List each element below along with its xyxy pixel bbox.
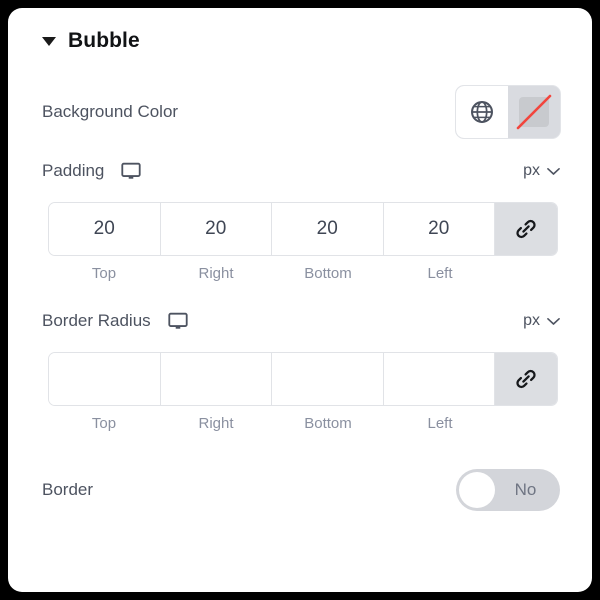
background-color-label: Background Color [42,102,179,121]
padding-unit-value: px [523,162,540,179]
padding-label: Padding [42,161,105,180]
border-radius-label-top: Top [91,415,117,432]
border-radius-input-group [48,352,558,406]
padding-label-left: Left [427,265,453,282]
bubble-settings-panel: Bubble Background Color Padding px 20 20… [8,8,592,592]
color-swatch-button[interactable] [508,86,560,138]
border-row: Border No [8,458,592,522]
border-radius-bottom-cell[interactable] [272,353,384,405]
padding-label-bottom: Bottom [304,265,352,282]
border-radius-right-cell[interactable] [160,353,272,405]
background-color-control[interactable] [456,86,560,138]
background-color-row: Background Color [8,76,592,148]
padding-top-input[interactable] [49,203,160,255]
padding-input-group [48,202,558,256]
padding-right-input[interactable] [160,203,271,255]
padding-label-right: Right [198,265,234,282]
padding-left-cell[interactable] [383,203,495,255]
chevron-down-icon [547,167,560,175]
border-radius-header: Border Radius px [8,298,592,344]
chevron-down-icon [547,317,560,325]
padding-top-cell[interactable] [49,203,161,255]
border-radius-left-input[interactable] [383,353,494,405]
border-radius-unit-value: px [523,312,540,329]
global-color-button[interactable] [456,86,508,138]
border-radius-label-left: Left [427,415,453,432]
border-toggle-state: No [514,480,537,499]
link-icon [516,219,536,239]
border-radius-label: Border Radius [42,311,151,330]
section-header-bubble[interactable]: Bubble [8,8,592,52]
padding-bottom-cell[interactable] [272,203,384,255]
red-slash-icon [516,94,552,130]
border-radius-top-input[interactable] [49,353,160,405]
border-radius-top-cell[interactable] [49,353,161,405]
padding-left-input[interactable] [383,203,494,255]
desktop-icon-glyph [121,162,142,179]
caret-down-icon[interactable] [42,36,56,46]
link-icon [516,369,536,389]
padding-unit-select[interactable]: px [523,162,560,180]
desktop-icon-glyph [168,312,188,329]
border-toggle[interactable]: No [456,469,560,511]
border-radius-label-right: Right [198,415,234,432]
border-radius-right-input[interactable] [160,353,271,405]
globe-icon [471,101,493,123]
toggle-knob [459,472,495,508]
padding-bottom-input[interactable] [272,203,383,255]
border-radius-left-cell[interactable] [383,353,495,405]
padding-right-cell[interactable] [160,203,272,255]
page-title: Bubble [68,29,140,52]
border-radius-label-bottom: Bottom [304,415,352,432]
padding-link-values-button[interactable] [495,203,557,255]
padding-header: Padding px [8,148,592,194]
no-color-swatch-icon [516,94,552,130]
border-radius-bottom-input[interactable] [272,353,383,405]
border-radius-side-labels: Top Right Bottom Left [48,406,558,432]
border-label: Border [42,480,94,499]
padding-label-top: Top [91,265,117,282]
desktop-icon[interactable] [120,160,142,182]
padding-side-labels: Top Right Bottom Left [48,256,558,282]
desktop-icon[interactable] [167,310,189,332]
border-radius-link-values-button[interactable] [495,353,557,405]
border-radius-unit-select[interactable]: px [523,312,560,330]
